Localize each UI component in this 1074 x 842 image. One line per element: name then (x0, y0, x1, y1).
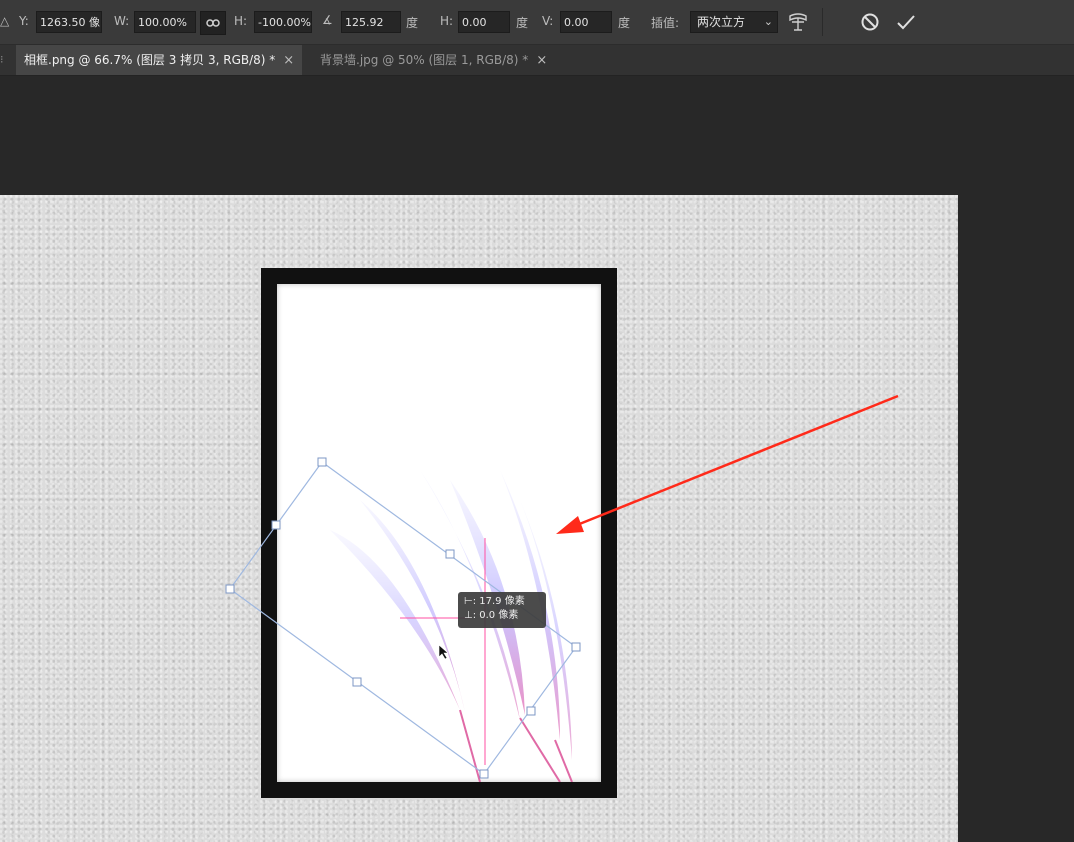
offset-x-readout: ⊢: 17.9 像素 (464, 596, 525, 607)
transform-overlay (225, 394, 899, 782)
offset-y-readout: ⊥: 0.0 像素 (464, 610, 519, 621)
transform-offset-tooltip: ⊢: 17.9 像素 ⊥: 0.0 像素 (458, 592, 546, 628)
red-arrow-annotation (556, 394, 899, 534)
